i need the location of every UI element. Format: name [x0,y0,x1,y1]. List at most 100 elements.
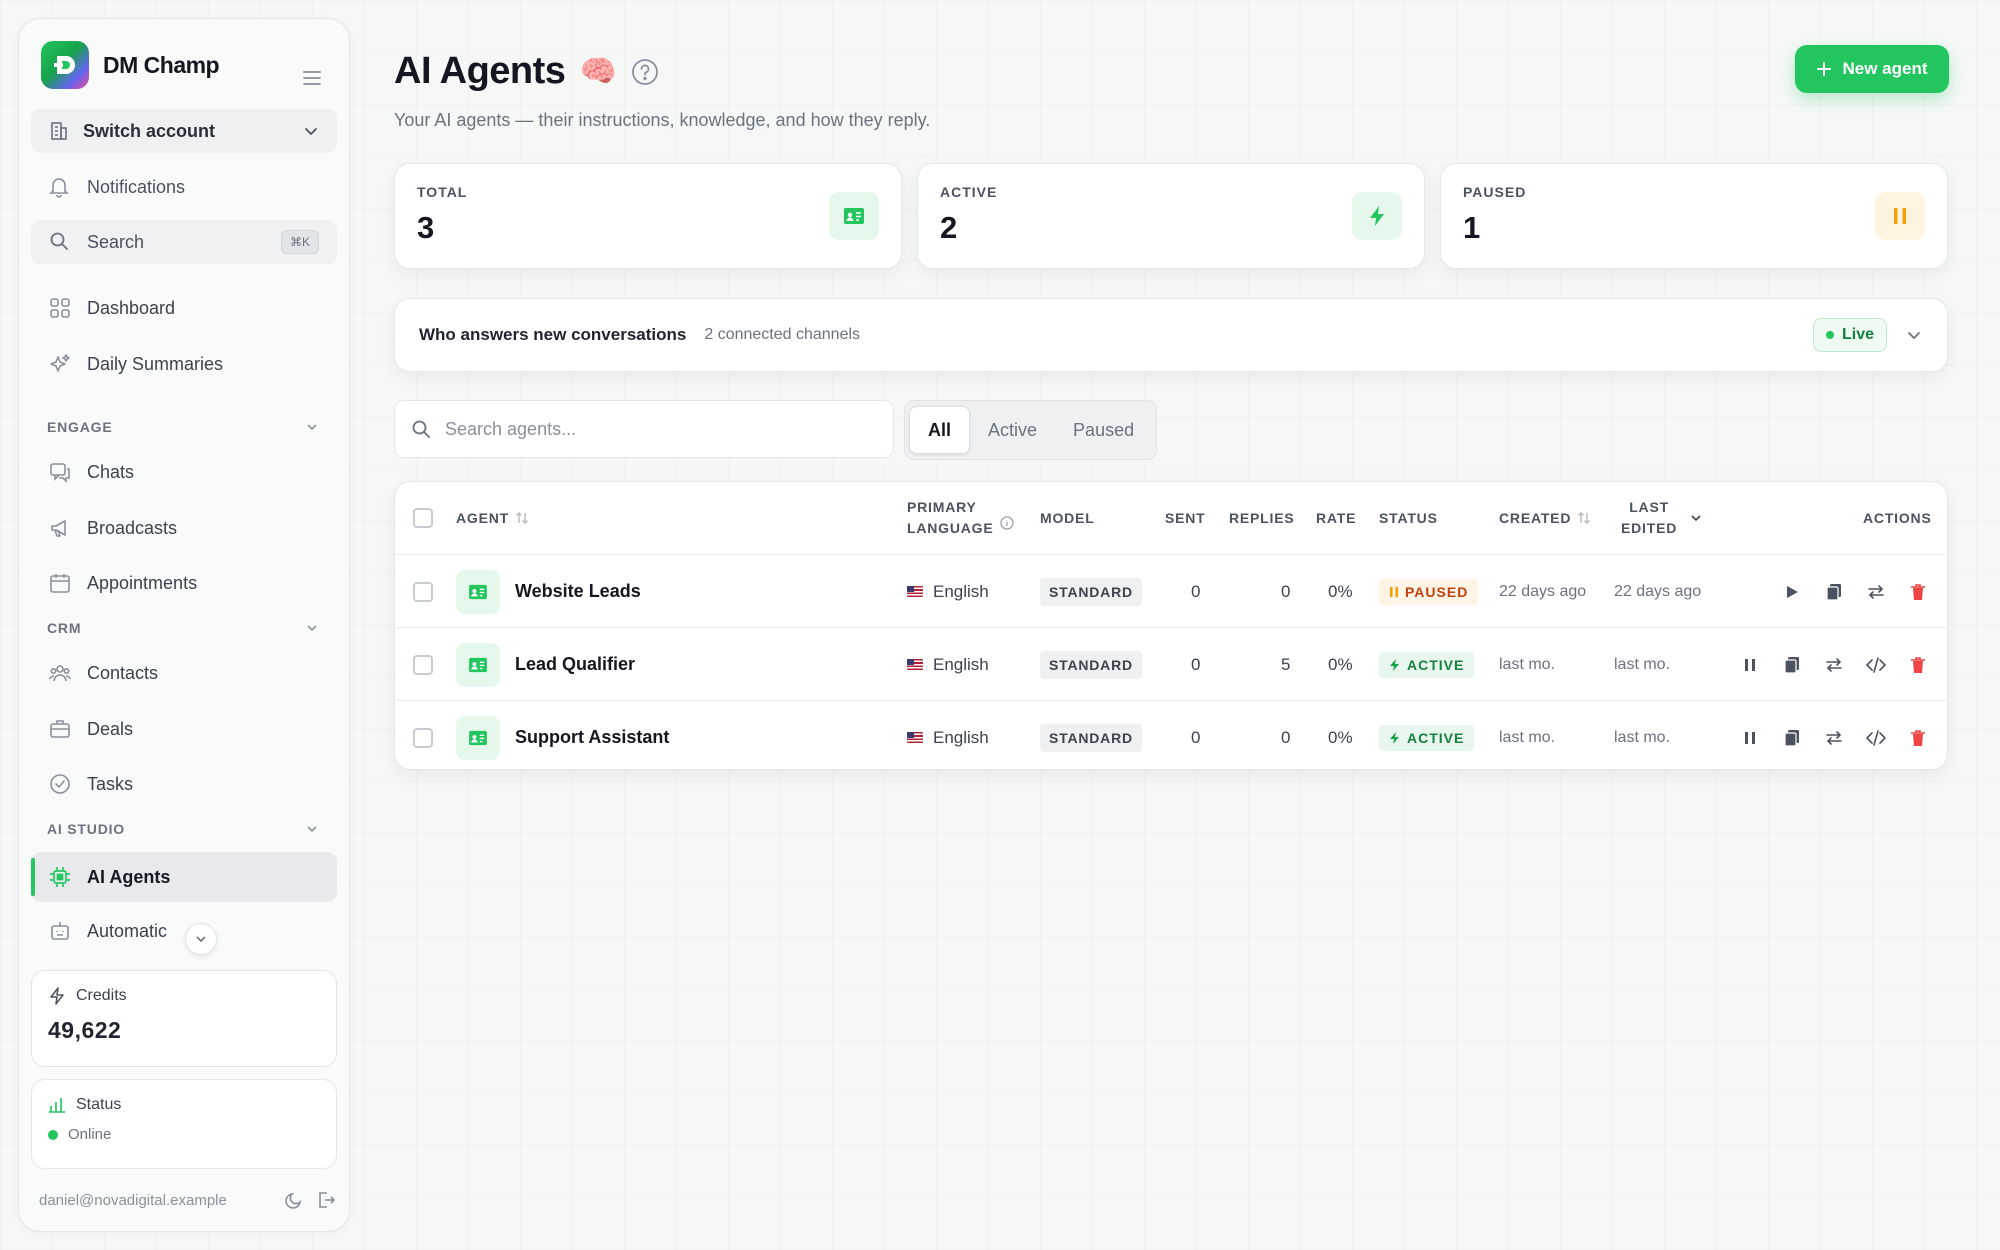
col-model: MODEL [1040,482,1095,554]
duplicate-icon[interactable] [1779,652,1805,678]
select-all-checkbox[interactable] [413,508,433,528]
column-label: RATE [1316,510,1357,526]
brand[interactable]: DM Champ [41,41,220,89]
sidebar-item-chats[interactable]: Chats [31,450,337,494]
chip-icon [49,866,71,888]
transfer-icon[interactable] [1821,725,1847,751]
trash-icon[interactable] [1905,652,1931,678]
pause-icon[interactable] [1737,652,1763,678]
embed-code-icon[interactable] [1863,725,1889,751]
agent-cell[interactable]: Lead Qualifier [456,628,635,701]
model-badge: STANDARD [1040,723,1142,752]
table-row[interactable]: Support Assistant English STANDARD 0 0 0… [395,700,1947,769]
search-agents-box[interactable] [394,400,894,458]
table-row[interactable]: Lead Qualifier English STANDARD 0 5 0% A… [395,627,1947,700]
new-agent-button[interactable]: New agent [1795,45,1949,93]
replies-value: 0 [1281,727,1291,747]
duplicate-icon[interactable] [1779,725,1805,751]
duplicate-icon[interactable] [1821,579,1847,605]
stat-value: 1 [1463,210,1481,245]
row-checkbox[interactable] [413,654,433,675]
logout-icon[interactable] [317,1191,335,1209]
sidebar-item-appointments[interactable]: Appointments [31,561,337,605]
us-flag-icon [907,586,923,597]
sidebar-item-ai-agents[interactable]: AI Agents [31,852,337,902]
chevron-down-icon[interactable] [1905,326,1923,344]
status-badge: ACTIVE [1379,651,1475,678]
page-subtitle: Your AI agents — their instructions, kno… [394,110,931,130]
col-actions: ACTIONS [1863,482,1932,554]
sidebar-item-broadcasts[interactable]: Broadcasts [31,506,337,550]
sidebar-item-tasks[interactable]: Tasks [31,762,337,806]
transfer-icon[interactable] [1821,652,1847,678]
agents-table: AGENT PRIMARY LANGUAGE MODEL SENT REPLIES… [394,481,1948,770]
section-ai-studio[interactable]: AI STUDIO [47,821,337,837]
search-item[interactable]: Search ⌘K [31,220,337,264]
section-engage[interactable]: ENGAGE [47,419,337,435]
sidebar-item-label: AI Agents [87,866,171,887]
play-icon[interactable] [1779,579,1805,605]
live-dot [1825,331,1834,339]
agent-cell[interactable]: Support Assistant [456,701,670,769]
column-label: LAST EDITED [1621,497,1677,539]
notifications-item[interactable]: Notifications [31,165,337,209]
scroll-down-button[interactable] [185,923,217,955]
embed-code-icon[interactable] [1863,652,1889,678]
bar-chart-icon [48,1096,66,1114]
row-checkbox[interactable] [413,581,433,602]
search-icon [411,419,431,439]
tab-active[interactable]: Active [970,406,1055,454]
routing-channels: 2 connected channels [704,326,861,343]
sidebar-item-dashboard[interactable]: Dashboard [31,286,337,330]
section-title: ENGAGE [47,419,113,435]
switch-account-label: Switch account [83,120,216,141]
sidebar-item-contacts[interactable]: Contacts [31,651,337,695]
row-checkbox[interactable] [413,727,433,748]
menu-icon[interactable] [303,71,321,85]
credits-card[interactable]: Credits 49,622 [31,970,337,1067]
transfer-icon[interactable] [1863,579,1889,605]
language-cell: English [907,701,989,769]
routing-panel[interactable]: Who answers new conversations 2 connecte… [394,298,1948,372]
column-label: ACTIONS [1863,510,1932,526]
pause-icon[interactable] [1737,725,1763,751]
sidebar-item-label: Daily Summaries [87,353,224,374]
col-created[interactable]: CREATED [1499,482,1591,554]
col-last-edited[interactable]: LAST EDITED [1621,482,1703,554]
trash-icon[interactable] [1905,725,1931,751]
column-label-line: PRIMARY [907,499,977,515]
bolt-icon [48,987,66,1005]
id-card-icon [456,569,500,614]
status-label: Status [76,1096,122,1113]
column-label-line: LAST [1629,499,1669,515]
column-label: REPLIES [1229,510,1295,526]
column-label: PRIMARY LANGUAGE [907,497,994,539]
stat-total: TOTAL 3 [394,163,902,269]
bolt-icon [1389,731,1401,745]
switch-account-button[interactable]: Switch account [31,109,337,153]
agent-name: Support Assistant [515,727,670,747]
sidebar-footer: daniel@novadigital.example [39,1191,335,1209]
agent-cell[interactable]: Website Leads [456,555,641,628]
tab-all[interactable]: All [909,406,971,454]
col-agent[interactable]: AGENT [456,482,529,554]
live-label: Live [1841,326,1874,343]
search-agents-input[interactable] [445,418,877,440]
chevron-down-icon [305,822,319,836]
sidebar-item-daily-summaries[interactable]: Daily Summaries [31,342,337,386]
sent-value: 0 [1191,654,1201,674]
moon-icon[interactable] [285,1191,303,1209]
chevron-down-icon [1689,511,1703,525]
page-title: AI Agents [394,50,566,92]
sidebar-item-deals[interactable]: Deals [31,707,337,751]
section-crm[interactable]: CRM [47,620,337,636]
sidebar-item-automations[interactable]: Automatic [31,909,337,953]
stat-value: 2 [940,210,958,245]
tab-paused[interactable]: Paused [1055,406,1152,454]
robot-icon [49,920,71,942]
info-icon[interactable] [999,516,1014,530]
column-label: SENT [1165,510,1206,526]
table-row[interactable]: Website Leads English STANDARD 0 0 0% PA… [395,554,1947,627]
trash-icon[interactable] [1905,579,1931,605]
help-icon[interactable] [631,58,659,86]
